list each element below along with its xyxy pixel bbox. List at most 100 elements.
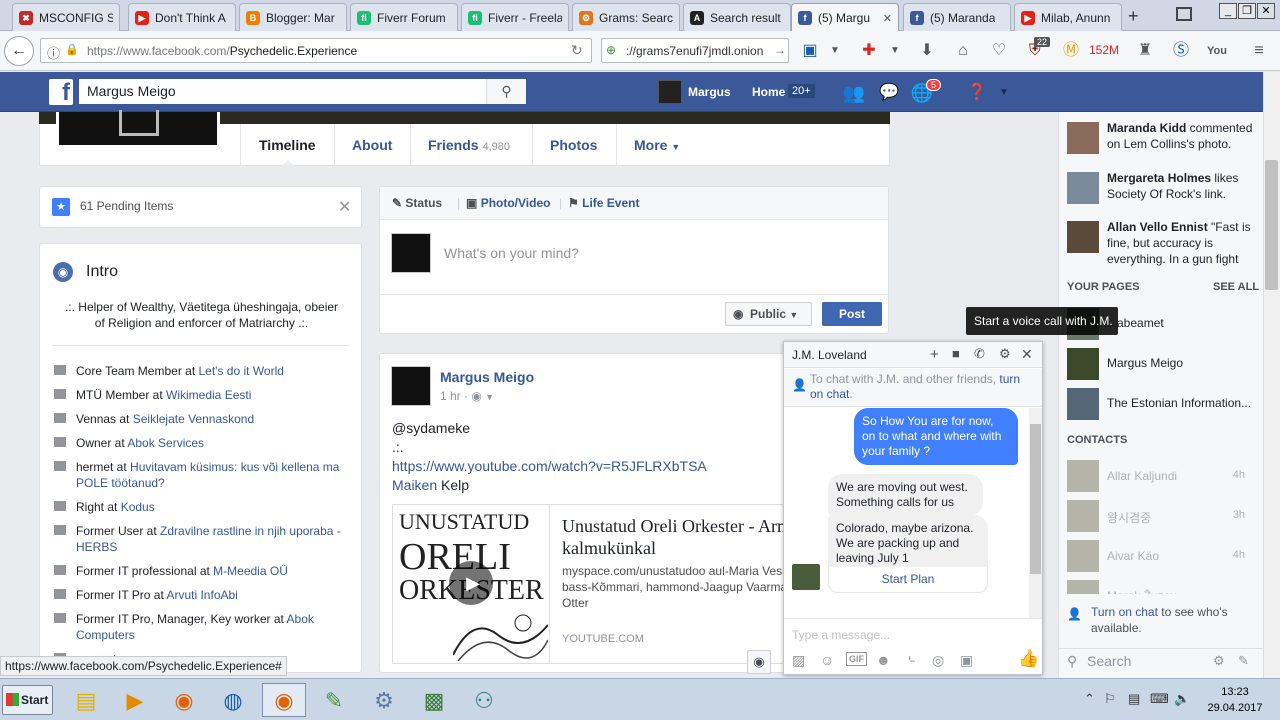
system-clock[interactable]: 13:23 29.04.2017 (1200, 684, 1270, 716)
search-icon[interactable]: ⚲ (486, 79, 526, 104)
add-people-icon[interactable]: + (930, 346, 939, 363)
work-org-link[interactable]: Kodus (121, 500, 155, 514)
start-button[interactable]: Start (2, 685, 53, 715)
avatar[interactable] (1067, 221, 1099, 253)
contact-item[interactable]: Allar Kaljundi 4h (1067, 460, 1257, 492)
browser-tab[interactable]: ✖ MSCONFIG S (12, 3, 120, 31)
work-org-link[interactable]: Abok Services (127, 436, 204, 450)
home-link[interactable]: Home (752, 85, 785, 99)
back-button[interactable]: ← (4, 36, 34, 66)
save-icon[interactable]: ▣ (797, 39, 823, 63)
post-timestamp[interactable]: 1 hr · (440, 389, 471, 403)
tab-photo-video[interactable]: ▣ Photo/Video (466, 196, 550, 210)
page-item[interactable]: Margus Meigo (1067, 348, 1257, 380)
info-icon[interactable]: ⓘ (47, 43, 60, 62)
sticker-icon[interactable]: ☺ (820, 652, 834, 668)
gear-icon[interactable]: ⚙ (1213, 653, 1225, 669)
facebook-logo[interactable]: f (49, 79, 73, 105)
network-icon[interactable]: ⚇ (462, 683, 506, 717)
dropdown-icon-2[interactable]: ▼ (882, 39, 908, 63)
avatar[interactable] (391, 366, 431, 406)
account-dropdown-icon[interactable]: ▼ (992, 82, 1016, 104)
pending-items-box[interactable]: ★ 61 Pending Items ✕ (39, 186, 362, 228)
pocket-icon[interactable]: ♡ (986, 39, 1012, 63)
chat-scrollbar-thumb[interactable] (1030, 424, 1041, 574)
image-icon[interactable]: ▨ (792, 652, 805, 669)
globe-icon[interactable]: ◉ (747, 650, 771, 674)
work-org-link[interactable]: Arvuti InfoAbi (166, 588, 237, 602)
voice-call-icon[interactable]: ✆ (974, 346, 985, 362)
message-sent[interactable]: So How You are for now, on to what and w… (854, 408, 1018, 465)
download-icon[interactable]: ⬇ (914, 39, 940, 63)
video-call-icon[interactable]: ■ (952, 346, 960, 361)
work-org-link[interactable]: M-Meedia OÜ (213, 564, 288, 578)
tab-about[interactable]: About (352, 137, 392, 153)
page-scrollbar-thumb[interactable] (1265, 160, 1278, 290)
chat-message-input[interactable]: Type a message... (792, 628, 890, 642)
avatar[interactable] (1067, 172, 1099, 204)
turn-on-chat-link[interactable]: Turn on chat (1091, 605, 1158, 619)
contact-item[interactable]: Aivar Käo 4h (1067, 540, 1257, 572)
file-explorer-icon[interactable]: ▤ (64, 683, 108, 717)
browser-tab[interactable]: ▶ Don't Think A (128, 3, 236, 31)
browser-tab[interactable]: f (5) Maranda (903, 3, 1011, 31)
close-window-button[interactable]: ✕ (1257, 3, 1275, 19)
post-button[interactable]: Post (822, 302, 882, 326)
facebook-search-input[interactable]: Margus Meigo (79, 79, 526, 104)
video-thumbnail[interactable]: UNUSTATUD ORELI ORKESTER ▶ (393, 505, 550, 663)
browser-tab[interactable]: f (5) Margu ✕ (791, 3, 899, 32)
search-go-icon[interactable]: → (774, 43, 786, 57)
page-item[interactable]: The Estonian Information... (1067, 388, 1257, 420)
contact-item[interactable]: Marek Žuzov (1067, 580, 1257, 594)
profile-link[interactable]: Margus (658, 80, 731, 104)
home-icon[interactable]: ⌂ (950, 39, 976, 63)
flag-icon[interactable]: ⚐ (1104, 691, 1116, 707)
work-org-link[interactable]: Seiklejate Vennaskond (133, 412, 254, 426)
tab-photos[interactable]: Photos (550, 137, 597, 153)
reload-icon[interactable]: ↻ (571, 42, 583, 59)
messenger-icon[interactable]: 💬 (877, 82, 901, 104)
chevron-down-icon[interactable]: ▼ (485, 392, 494, 402)
start-plan-link[interactable]: Start Plan (882, 572, 935, 586)
tray-app-icon[interactable]: ▤ (1128, 691, 1140, 707)
ticker-name[interactable]: Allan Vello Ennist (1107, 220, 1208, 234)
friend-requests-icon[interactable]: 👥 (842, 82, 866, 104)
tray-expand-icon[interactable]: ⌃ (1084, 691, 1095, 707)
browser-tab[interactable]: ▶ Milab, Anunn (1014, 3, 1122, 31)
firefox-icon[interactable]: ◉ (162, 683, 206, 717)
browser-tab[interactable]: ⚙ Grams: Searc (572, 3, 680, 31)
close-icon[interactable]: ✕ (338, 197, 351, 217)
search-engine-icon[interactable]: ⊕ (606, 43, 616, 57)
medical-cross-icon[interactable]: ✚ (856, 39, 882, 63)
work-org-link[interactable]: Let's do it World (199, 364, 284, 378)
close-icon[interactable]: ✕ (1021, 346, 1033, 363)
settings-icon[interactable]: ⚙ (362, 683, 406, 717)
avatar[interactable] (1067, 122, 1099, 154)
chat-contact-name[interactable]: J.M. Loveland (792, 348, 867, 362)
ticker-item[interactable]: Mergareta Holmes likes Society Of Rock's… (1067, 170, 1257, 204)
status-input[interactable]: What's on your mind? (444, 245, 579, 261)
play-icon[interactable]: ▶ (449, 561, 493, 605)
ticker-name[interactable]: Maranda Kidd (1107, 121, 1186, 135)
tab-status[interactable]: ✎ Status (392, 196, 442, 210)
post-link[interactable]: https://www.youtube.com/watch?v=R5JFLRXb… (392, 458, 707, 474)
help-icon[interactable]: ❓ (965, 82, 989, 104)
browser-tab[interactable]: B Blogger: Mar (239, 3, 347, 31)
volume-icon[interactable]: 🔈 (1174, 691, 1190, 707)
contact-avatar[interactable] (792, 564, 820, 590)
start-plan-card[interactable]: Start Plan (828, 567, 988, 593)
post-author[interactable]: Margus Meigo (440, 369, 534, 385)
browser-tab[interactable]: A Search result (683, 3, 791, 31)
ticker-name[interactable]: Mergareta Holmes (1107, 171, 1211, 185)
see-all-link[interactable]: SEE ALL (1213, 281, 1259, 293)
browser-tab[interactable]: fi Fiverr - Freela (461, 3, 569, 31)
close-tab-icon[interactable]: ✕ (879, 12, 892, 25)
contact-item[interactable]: 왕시겸중 3h (1067, 500, 1257, 532)
url-bar[interactable]: ⓘ 🔒 https://www.facebook.com/Psychedelic… (40, 38, 592, 63)
tab-life-event[interactable]: ⚑ Life Event (568, 196, 639, 210)
menu-icon[interactable]: ≡ (1246, 39, 1272, 63)
gif-icon[interactable]: GIF (846, 652, 867, 666)
thunderbird-icon[interactable]: ◍ (211, 683, 255, 717)
download-manager-icon[interactable]: Ⓜ (1058, 39, 1084, 63)
tab-timeline[interactable]: Timeline (259, 137, 316, 153)
